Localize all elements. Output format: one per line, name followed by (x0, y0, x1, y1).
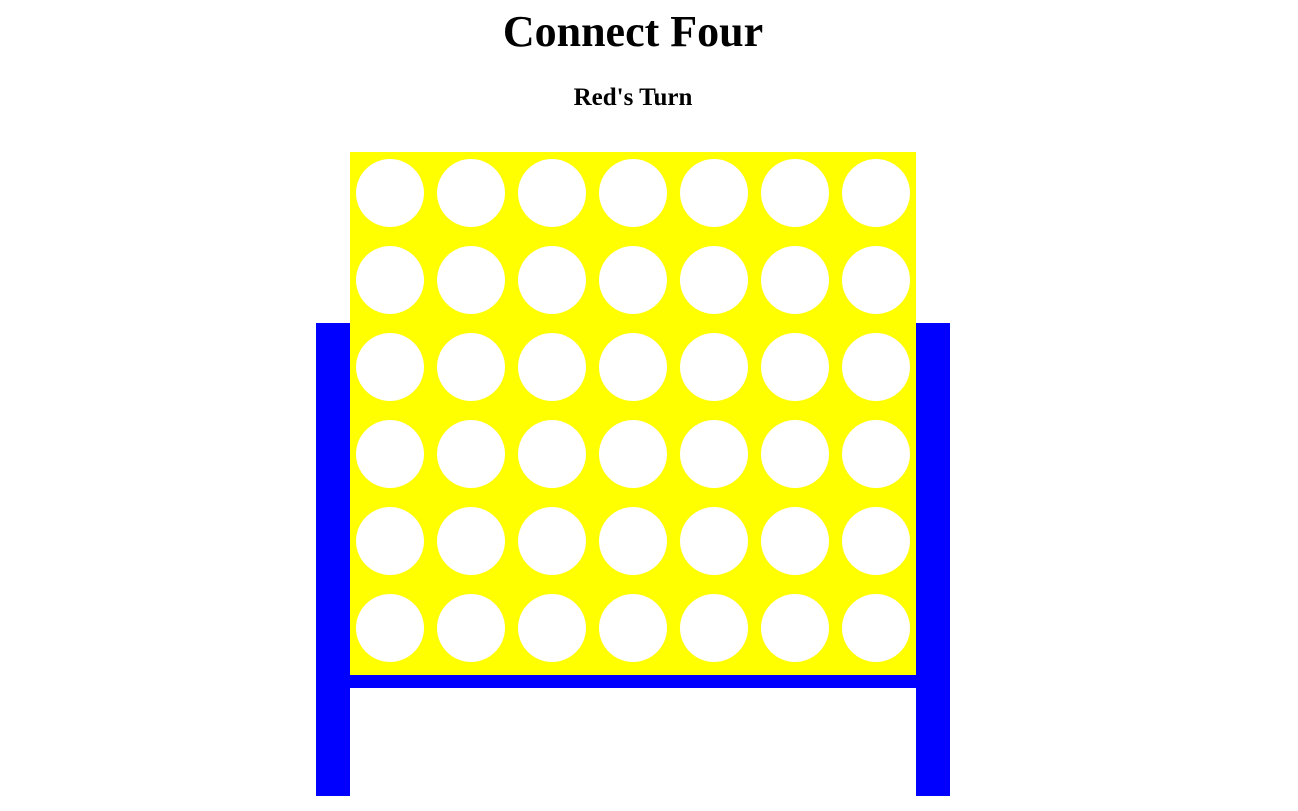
board-slot-r4-c2[interactable] (437, 420, 505, 488)
board-slot-r4-c4[interactable] (599, 420, 667, 488)
board-slot-r1-c2[interactable] (437, 159, 505, 227)
board-slot-r5-c7[interactable] (842, 507, 910, 575)
board-slot-r3-c5[interactable] (680, 333, 748, 401)
board-slot-r1-c7[interactable] (842, 159, 910, 227)
board-slot-r4-c1[interactable] (356, 420, 424, 488)
board-slot-r5-c2[interactable] (437, 507, 505, 575)
board-slot-r1-c5[interactable] (680, 159, 748, 227)
stand-left-leg (316, 323, 350, 796)
board-slot-r2-c1[interactable] (356, 246, 424, 314)
board-slot-r5-c1[interactable] (356, 507, 424, 575)
board-slot-r5-c4[interactable] (599, 507, 667, 575)
board-slot-r1-c3[interactable] (518, 159, 586, 227)
board-slot-r2-c7[interactable] (842, 246, 910, 314)
board-slot-r4-c6[interactable] (761, 420, 829, 488)
board-slot-r3-c4[interactable] (599, 333, 667, 401)
board-slot-r5-c5[interactable] (680, 507, 748, 575)
game-board[interactable] (350, 152, 916, 675)
board-slot-r1-c6[interactable] (761, 159, 829, 227)
board-slot-r1-c4[interactable] (599, 159, 667, 227)
board-slot-r4-c3[interactable] (518, 420, 586, 488)
board-slot-r3-c1[interactable] (356, 333, 424, 401)
board-slot-r2-c2[interactable] (437, 246, 505, 314)
board-slot-r6-c7[interactable] (842, 594, 910, 662)
board-slot-r1-c1[interactable] (356, 159, 424, 227)
board-slot-r4-c5[interactable] (680, 420, 748, 488)
board-slot-r6-c2[interactable] (437, 594, 505, 662)
board-slot-r6-c1[interactable] (356, 594, 424, 662)
board-slot-r2-c5[interactable] (680, 246, 748, 314)
board-slot-r2-c6[interactable] (761, 246, 829, 314)
board-slot-r4-c7[interactable] (842, 420, 910, 488)
turn-indicator: Red's Turn (573, 84, 693, 111)
board-slot-r3-c2[interactable] (437, 333, 505, 401)
board-slot-r5-c6[interactable] (761, 507, 829, 575)
board-slot-r2-c4[interactable] (599, 246, 667, 314)
board-slot-r3-c7[interactable] (842, 333, 910, 401)
game-title: Connect Four (502, 7, 764, 56)
board-slot-r6-c3[interactable] (518, 594, 586, 662)
board-slot-r5-c3[interactable] (518, 507, 586, 575)
board-slot-r3-c3[interactable] (518, 333, 586, 401)
stand-right-leg (916, 323, 950, 796)
board-slot-r3-c6[interactable] (761, 333, 829, 401)
board-slot-r6-c6[interactable] (761, 594, 829, 662)
board-slot-r6-c4[interactable] (599, 594, 667, 662)
board-slot-r2-c3[interactable] (518, 246, 586, 314)
board-slot-r6-c5[interactable] (680, 594, 748, 662)
stand-crossbar (350, 675, 916, 688)
